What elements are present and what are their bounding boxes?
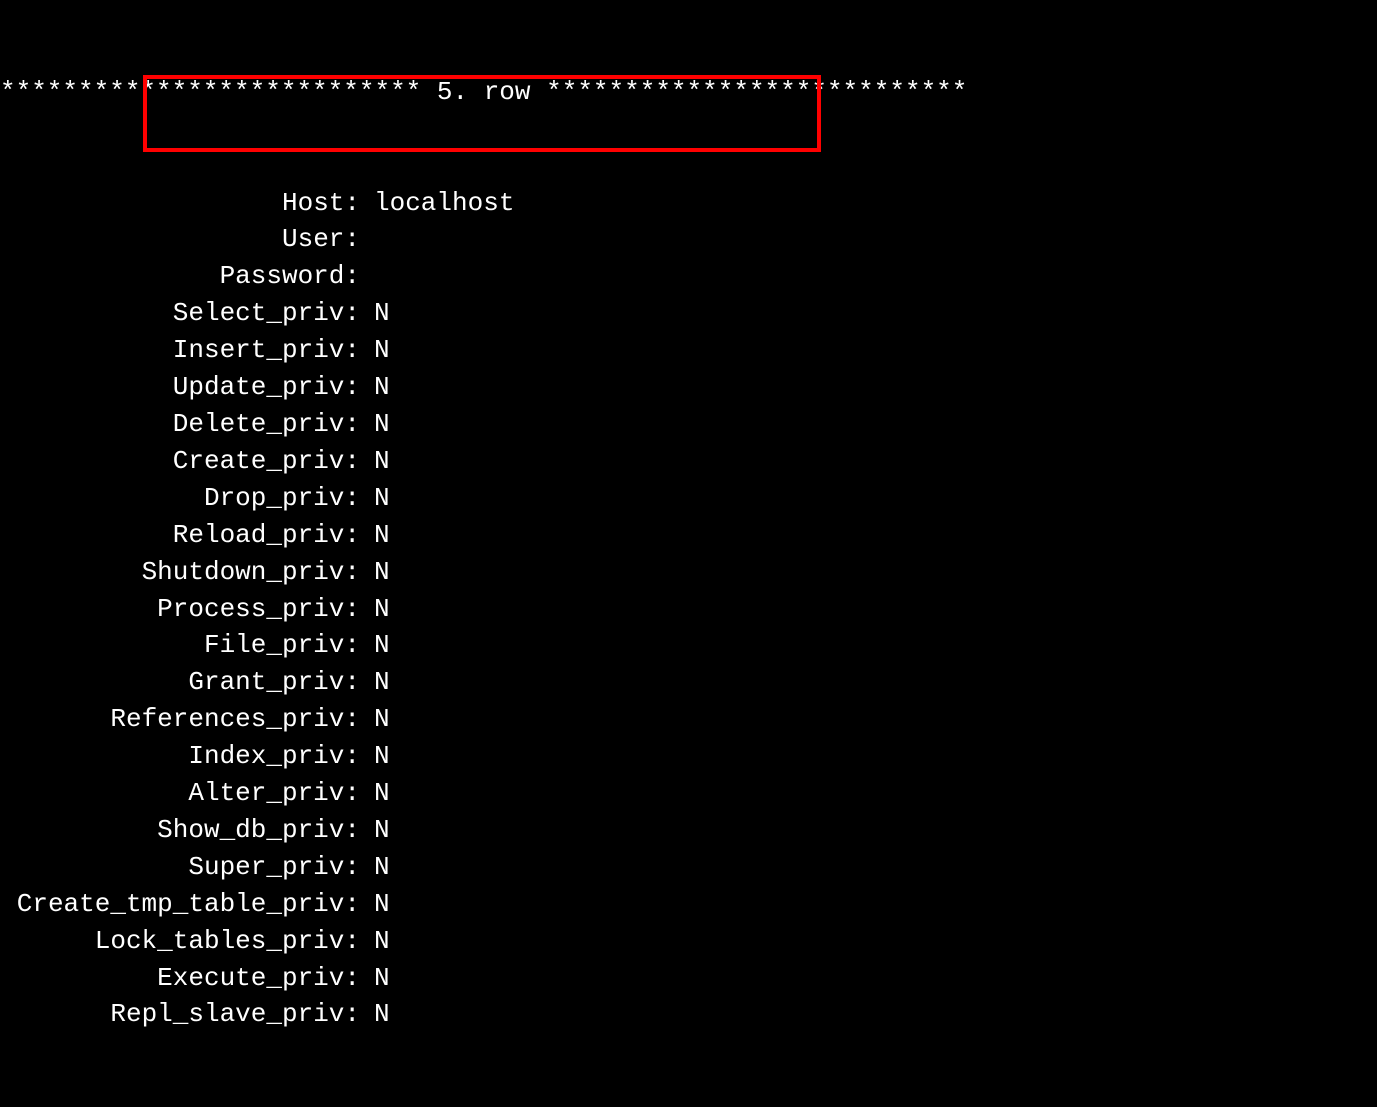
- field-value: N: [360, 923, 390, 960]
- field-row: Show_db_priv:N: [0, 812, 1377, 849]
- field-row: Repl_slave_priv:N: [0, 996, 1377, 1033]
- field-label: Grant_priv:: [0, 664, 360, 701]
- field-row: Grant_priv:N: [0, 664, 1377, 701]
- field-row: User:: [0, 221, 1377, 258]
- field-label: Host:: [0, 185, 360, 222]
- terminal-container: *************************** 5. row *****…: [0, 0, 1377, 1107]
- field-row: Execute_priv:N: [0, 960, 1377, 997]
- field-value: N: [360, 443, 390, 480]
- field-row: Delete_priv:N: [0, 406, 1377, 443]
- field-value: N: [360, 701, 390, 738]
- field-row: Index_priv:N: [0, 738, 1377, 775]
- field-value: [360, 221, 374, 258]
- field-value: N: [360, 480, 390, 517]
- field-label: Delete_priv:: [0, 406, 360, 443]
- field-value: N: [360, 406, 390, 443]
- field-label: Create_tmp_table_priv:: [0, 886, 360, 923]
- field-row: Process_priv:N: [0, 591, 1377, 628]
- field-label: Index_priv:: [0, 738, 360, 775]
- field-row: Reload_priv:N: [0, 517, 1377, 554]
- field-label: Super_priv:: [0, 849, 360, 886]
- field-value: N: [360, 295, 390, 332]
- field-label: File_priv:: [0, 627, 360, 664]
- field-row: Drop_priv:N: [0, 480, 1377, 517]
- field-row: Super_priv:N: [0, 849, 1377, 886]
- field-value: N: [360, 960, 390, 997]
- field-row: Create_tmp_table_priv:N: [0, 886, 1377, 923]
- field-value: N: [360, 812, 390, 849]
- field-row: Alter_priv:N: [0, 775, 1377, 812]
- field-value: N: [360, 517, 390, 554]
- field-label: References_priv:: [0, 701, 360, 738]
- field-value: localhost: [360, 185, 514, 222]
- field-value: N: [360, 591, 390, 628]
- field-row: Password:: [0, 258, 1377, 295]
- field-row: Select_priv:N: [0, 295, 1377, 332]
- field-value: N: [360, 886, 390, 923]
- field-label: Select_priv:: [0, 295, 360, 332]
- field-value: N: [360, 664, 390, 701]
- field-label: Insert_priv:: [0, 332, 360, 369]
- fields-list: Host:localhostUser:Password:Select_priv:…: [0, 185, 1377, 1034]
- field-value: [360, 258, 374, 295]
- field-label: Create_priv:: [0, 443, 360, 480]
- field-label: Process_priv:: [0, 591, 360, 628]
- field-row: References_priv:N: [0, 701, 1377, 738]
- field-label: Show_db_priv:: [0, 812, 360, 849]
- field-value: N: [360, 775, 390, 812]
- row-number-label: 5. row: [421, 77, 546, 107]
- field-row: Create_priv:N: [0, 443, 1377, 480]
- field-label: Lock_tables_priv:: [0, 923, 360, 960]
- field-value: N: [360, 738, 390, 775]
- field-row: Shutdown_priv:N: [0, 554, 1377, 591]
- field-label: User:: [0, 221, 360, 258]
- field-row: File_priv:N: [0, 627, 1377, 664]
- field-value: N: [360, 849, 390, 886]
- field-label: Shutdown_priv:: [0, 554, 360, 591]
- field-value: N: [360, 332, 390, 369]
- field-label: Repl_slave_priv:: [0, 996, 360, 1033]
- field-label: Password:: [0, 258, 360, 295]
- terminal-output: *************************** 5. row *****…: [0, 0, 1377, 1107]
- field-row: Insert_priv:N: [0, 332, 1377, 369]
- stars-right: ***************************: [546, 77, 967, 107]
- field-label: Drop_priv:: [0, 480, 360, 517]
- field-label: Alter_priv:: [0, 775, 360, 812]
- field-label: Execute_priv:: [0, 960, 360, 997]
- field-label: Update_priv:: [0, 369, 360, 406]
- stars-left: ***************************: [0, 77, 421, 107]
- field-value: N: [360, 369, 390, 406]
- row-separator-header: *************************** 5. row *****…: [0, 74, 1377, 111]
- field-value: N: [360, 554, 390, 591]
- field-row: Host:localhost: [0, 185, 1377, 222]
- field-label: Reload_priv:: [0, 517, 360, 554]
- field-value: N: [360, 627, 390, 664]
- field-value: N: [360, 996, 390, 1033]
- field-row: Update_priv:N: [0, 369, 1377, 406]
- field-row: Lock_tables_priv:N: [0, 923, 1377, 960]
